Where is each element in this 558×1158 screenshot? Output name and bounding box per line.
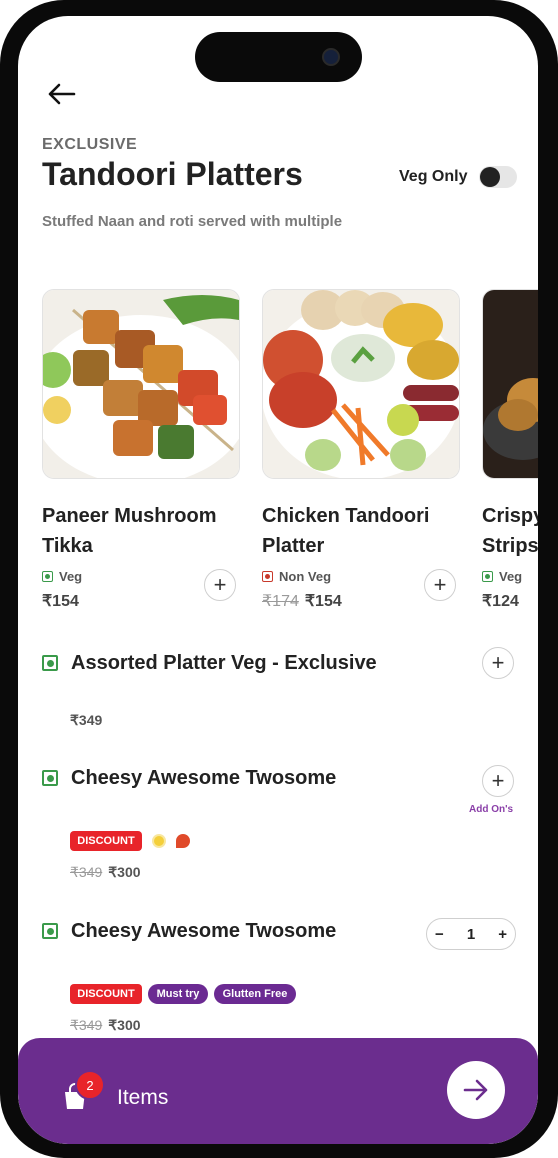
app-screen: EXCLUSIVE Tandoori Platters Veg Only Stu… <box>18 16 538 1144</box>
list-item-name: Cheesy Awesome Twosome <box>71 920 337 942</box>
featured-card-price: ₹154 <box>42 593 79 610</box>
featured-carousel[interactable]: Paneer Mushroom Tikka Veg ₹154 + Chicken… <box>42 289 538 619</box>
spicy-icon <box>176 834 190 848</box>
veg-icon <box>42 655 58 671</box>
veg-icon <box>42 923 58 939</box>
section-eyebrow: EXCLUSIVE <box>42 136 138 153</box>
page-title: Tandoori Platters <box>42 156 303 192</box>
plus-icon: + <box>491 650 505 675</box>
featured-card-name: Chicken Tandoori Platter <box>262 505 430 557</box>
discount-badge: DISCOUNT <box>70 831 142 851</box>
dynamic-island <box>195 32 362 82</box>
minus-icon[interactable]: − <box>435 926 444 943</box>
toggle-knob <box>480 167 500 187</box>
add-item-button[interactable]: + <box>424 569 456 601</box>
gluten-free-badge: Glutten Free <box>214 984 296 1004</box>
must-try-badge: Must try <box>148 984 208 1004</box>
chicken-tandoori-image <box>262 289 460 479</box>
list-item-price: ₹349 ₹300 <box>70 1017 141 1033</box>
plus-icon: + <box>213 572 227 597</box>
featured-card-name: Paneer Mushroom Tikka <box>42 505 217 557</box>
checkout-button[interactable] <box>447 1061 505 1119</box>
plus-icon[interactable]: + <box>498 926 507 943</box>
star-icon <box>152 834 166 848</box>
cart-items-label: Items <box>117 1086 169 1109</box>
crispy-strips-image <box>482 289 538 479</box>
list-item-price: ₹349 <box>70 712 103 728</box>
quantity-stepper[interactable]: − 1 + <box>426 918 516 950</box>
veg-icon <box>482 571 493 582</box>
veg-icon <box>42 770 58 786</box>
veg-icon <box>42 571 53 582</box>
page-subtitle: Stuffed Naan and roti served with multip… <box>42 213 343 230</box>
paneer-tikka-image <box>42 289 240 479</box>
diet-tag: Veg <box>42 569 82 584</box>
add-item-button[interactable]: + <box>482 765 514 797</box>
plus-icon: + <box>433 572 447 597</box>
add-ons-link[interactable]: Add On's <box>469 804 513 815</box>
list-item-name: Assorted Platter Veg - Exclusive <box>71 652 377 674</box>
featured-card-price: ₹124 <box>482 593 519 610</box>
add-item-button[interactable]: + <box>482 647 514 679</box>
phone-frame: EXCLUSIVE Tandoori Platters Veg Only Stu… <box>0 0 558 1158</box>
cart-bar[interactable]: 2 Items <box>18 1038 538 1144</box>
veg-only-toggle[interactable] <box>479 166 517 188</box>
featured-card-name: CrispyStrips <box>482 505 538 557</box>
featured-card-price: ₹174 ₹154 <box>262 593 342 610</box>
list-item-price: ₹349 ₹300 <box>70 864 141 880</box>
non-veg-icon <box>262 571 273 582</box>
veg-only-label: Veg Only <box>399 168 468 185</box>
plus-icon: + <box>491 768 505 793</box>
add-item-button[interactable]: + <box>204 569 236 601</box>
quantity-value: 1 <box>466 925 476 943</box>
diet-tag: Veg <box>482 569 522 584</box>
diet-tag: Non Veg <box>262 569 331 584</box>
arrow-right-icon <box>463 1079 488 1101</box>
list-item-name: Cheesy Awesome Twosome <box>71 767 337 789</box>
camera-icon <box>322 48 340 66</box>
discount-badge: DISCOUNT <box>70 984 142 1004</box>
cart-count-badge: 2 <box>75 1070 105 1100</box>
back-arrow-icon[interactable] <box>46 82 76 106</box>
